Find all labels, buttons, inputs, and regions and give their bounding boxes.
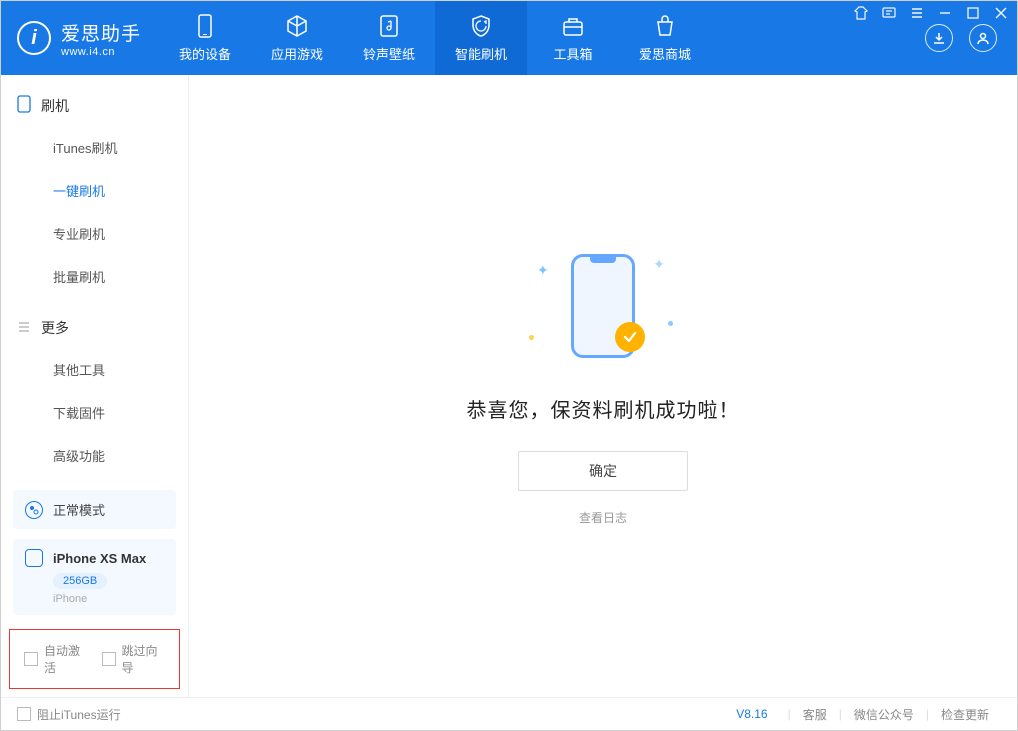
tab-label: 应用游戏 <box>271 44 323 63</box>
tab-toolbox[interactable]: 工具箱 <box>527 1 619 75</box>
app-header: i 爱思助手 www.i4.cn 我的设备 应用游戏 铃声壁纸 智能刷机 工具箱 <box>1 1 1017 75</box>
tab-label: 工具箱 <box>554 44 593 63</box>
close-icon[interactable] <box>994 6 1008 20</box>
app-title: 爱思助手 <box>61 19 141 46</box>
checkmark-badge-icon <box>615 322 645 352</box>
sparkle-icon: ✦ <box>537 262 549 279</box>
shield-icon <box>469 14 493 38</box>
sidebar-item-batch-flash[interactable]: 批量刷机 <box>1 255 188 298</box>
maximize-icon[interactable] <box>966 6 980 20</box>
bottom-options-highlight: 自动激活 跳过向导 <box>9 629 180 689</box>
check-update-link[interactable]: 检查更新 <box>929 706 1001 723</box>
minimize-icon[interactable] <box>938 6 952 20</box>
tab-my-device[interactable]: 我的设备 <box>159 1 251 75</box>
footer-bar: 阻止iTunes运行 V8.16 | 客服 | 微信公众号 | 检查更新 <box>1 697 1017 730</box>
dot-icon <box>668 321 673 326</box>
main-content: ✦ ✦ 恭喜您，保资料刷机成功啦！ 确定 查看日志 <box>189 75 1017 697</box>
device-small-icon <box>25 549 43 567</box>
device-capacity: 256GB <box>53 573 107 589</box>
section-title: 更多 <box>41 318 69 338</box>
block-itunes-checkbox[interactable] <box>17 707 31 721</box>
auto-activate-label: 自动激活 <box>44 642 88 676</box>
mode-label: 正常模式 <box>53 500 105 519</box>
shop-icon <box>653 14 677 38</box>
cube-icon <box>285 14 309 38</box>
sidebar-item-download-firmware[interactable]: 下载固件 <box>1 391 188 434</box>
sparkle-icon: ✦ <box>653 256 665 273</box>
mode-icon <box>25 501 43 519</box>
tab-label: 智能刷机 <box>455 44 507 63</box>
logo-icon: i <box>17 21 51 55</box>
wechat-link[interactable]: 微信公众号 <box>842 706 926 723</box>
tab-ringtone-wallpaper[interactable]: 铃声壁纸 <box>343 1 435 75</box>
device-card[interactable]: iPhone XS Max 256GB iPhone <box>13 539 176 615</box>
user-icon[interactable] <box>969 24 997 52</box>
sidebar-item-itunes-flash[interactable]: iTunes刷机 <box>1 126 188 169</box>
tab-label: 爱思商城 <box>639 44 691 63</box>
success-illustration: ✦ ✦ <box>513 246 693 366</box>
auto-activate-checkbox[interactable] <box>24 652 38 666</box>
toolbox-icon <box>561 14 585 38</box>
header-tabs: 我的设备 应用游戏 铃声壁纸 智能刷机 工具箱 爱思商城 <box>159 1 925 75</box>
tab-shop[interactable]: 爱思商城 <box>619 1 711 75</box>
tab-label: 铃声壁纸 <box>363 44 415 63</box>
device-type: iPhone <box>53 593 164 605</box>
sidebar-item-oneclick-flash[interactable]: 一键刷机 <box>1 169 188 212</box>
shirt-icon[interactable] <box>854 6 868 20</box>
list-icon <box>17 320 31 337</box>
app-logo: i 爱思助手 www.i4.cn <box>1 1 159 75</box>
block-itunes-label: 阻止iTunes运行 <box>37 706 121 723</box>
tab-smart-flash[interactable]: 智能刷机 <box>435 1 527 75</box>
confirm-button[interactable]: 确定 <box>518 451 688 491</box>
section-title: 刷机 <box>41 96 69 116</box>
window-controls <box>854 6 1008 20</box>
phone-outline-icon <box>17 95 31 116</box>
device-name: iPhone XS Max <box>53 551 146 566</box>
sidebar: 刷机 iTunes刷机 一键刷机 专业刷机 批量刷机 更多 其他工具 下载固件 … <box>1 75 189 697</box>
dot-icon <box>529 335 534 340</box>
tab-apps-games[interactable]: 应用游戏 <box>251 1 343 75</box>
menu-icon[interactable] <box>910 6 924 20</box>
sidebar-item-other-tools[interactable]: 其他工具 <box>1 348 188 391</box>
device-mode-card[interactable]: 正常模式 <box>13 490 176 529</box>
skip-guide-checkbox[interactable] <box>102 652 116 666</box>
music-icon <box>377 14 401 38</box>
view-log-link[interactable]: 查看日志 <box>579 509 627 526</box>
sidebar-section-flash: 刷机 <box>1 75 188 126</box>
sidebar-item-advanced[interactable]: 高级功能 <box>1 434 188 477</box>
skip-guide-label: 跳过向导 <box>122 642 166 676</box>
feedback-icon[interactable] <box>882 6 896 20</box>
support-link[interactable]: 客服 <box>791 706 839 723</box>
sidebar-item-pro-flash[interactable]: 专业刷机 <box>1 212 188 255</box>
download-icon[interactable] <box>925 24 953 52</box>
device-icon <box>193 14 217 38</box>
sidebar-section-more: 更多 <box>1 298 188 348</box>
version-label: V8.16 <box>736 707 767 721</box>
app-url: www.i4.cn <box>61 46 141 58</box>
tab-label: 我的设备 <box>179 44 231 63</box>
success-message: 恭喜您，保资料刷机成功啦！ <box>467 394 740 423</box>
